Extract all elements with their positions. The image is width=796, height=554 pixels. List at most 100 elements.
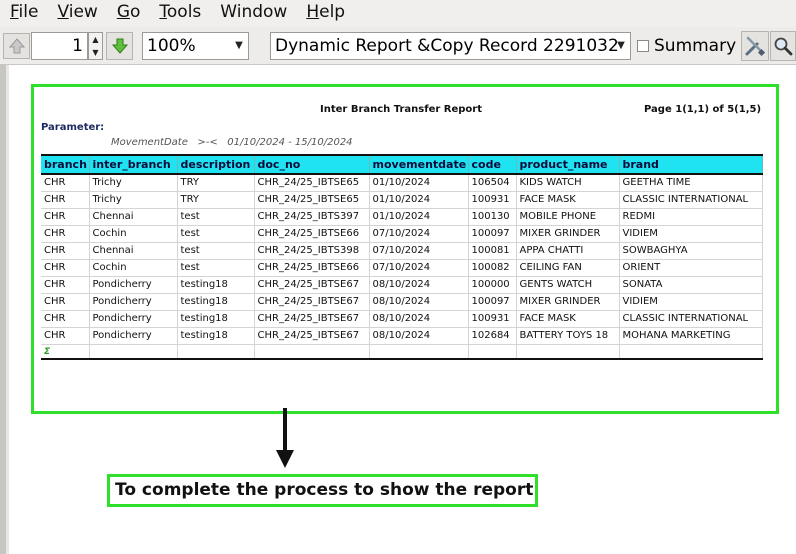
menu-window[interactable]: Window xyxy=(210,0,296,27)
table-row[interactable]: CHR Chennai test CHR_24/25_IBTS398 07/10/202… xyxy=(41,242,763,260)
table-cell: 100097 xyxy=(468,225,517,243)
parameter-value: MovementDate >-< 01/10/2024 - 15/10/2024 xyxy=(111,137,353,148)
table-cell: CHR_24/25_IBTSE66 xyxy=(254,225,370,243)
page-spinner[interactable]: ▲ ▼ xyxy=(88,32,103,60)
table-cell: Σ xyxy=(41,344,90,360)
table-cell xyxy=(177,344,255,360)
table-cell: CHR xyxy=(41,276,90,294)
table-row[interactable]: CHR Pondicherry testing18 CHR_24/25_IBTSE67… xyxy=(41,310,763,328)
previous-page-button[interactable] xyxy=(3,33,30,59)
table-cell xyxy=(89,344,178,360)
chevron-down-icon: ▼ xyxy=(235,40,243,51)
customize-button[interactable] xyxy=(741,31,769,61)
column-header[interactable]: doc_no xyxy=(254,154,370,175)
column-header[interactable]: product_name xyxy=(516,154,620,175)
table-cell: FACE MASK xyxy=(516,310,620,328)
table-cell: 01/10/2024 xyxy=(369,174,469,192)
spin-down-icon[interactable]: ▼ xyxy=(92,48,98,57)
column-header[interactable]: movementdate xyxy=(369,154,469,175)
table-cell: 08/10/2024 xyxy=(369,310,469,328)
table-cell: MOHANA MARKETING xyxy=(619,327,763,345)
table-row[interactable]: CHR Pondicherry testing18 CHR_24/25_IBTSE67… xyxy=(41,293,763,311)
table-cell: CHR xyxy=(41,259,90,277)
menu-file[interactable]: File xyxy=(0,0,47,27)
column-header[interactable]: inter_branch xyxy=(89,154,178,175)
find-button[interactable] xyxy=(770,31,796,61)
report-table-body: CHR Trichy TRY CHR_24/25_IBTSE65 01/10/2024 1… xyxy=(41,174,763,360)
table-cell xyxy=(254,344,370,360)
table-cell: CHR xyxy=(41,242,90,260)
table-cell xyxy=(516,344,620,360)
table-header-row: branch inter_branch description doc_no m… xyxy=(41,154,763,175)
table-cell: TRY xyxy=(177,174,255,192)
table-cell: Trichy xyxy=(89,174,178,192)
report-title: Inter Branch Transfer Report xyxy=(320,104,483,115)
column-header[interactable]: brand xyxy=(619,154,763,175)
table-cell: CLASSIC INTERNATIONAL xyxy=(619,191,763,209)
menu-bar: File View Go Tools Window Help xyxy=(0,0,796,27)
table-cell: GENTS WATCH xyxy=(516,276,620,294)
table-cell: Chennai xyxy=(89,208,178,226)
table-cell: 100000 xyxy=(468,276,517,294)
summary-toggle[interactable]: Summary xyxy=(637,32,736,60)
table-cell: 07/10/2024 xyxy=(369,225,469,243)
summary-label: Summary xyxy=(654,36,737,56)
table-cell: 01/10/2024 xyxy=(369,208,469,226)
menu-tools[interactable]: Tools xyxy=(149,0,210,27)
page-info: Page 1(1,1) of 5(1,5) xyxy=(644,104,762,115)
table-row[interactable]: CHR Pondicherry testing18 CHR_24/25_IBTSE67… xyxy=(41,276,763,294)
table-cell: 100097 xyxy=(468,293,517,311)
table-cell: test xyxy=(177,225,255,243)
table-cell: SONATA xyxy=(619,276,763,294)
table-cell: CHR_24/25_IBTSE67 xyxy=(254,293,370,311)
table-row[interactable]: CHR Pondicherry testing18 CHR_24/25_IBTSE67… xyxy=(41,327,763,345)
table-cell: CHR_24/25_IBTS397 xyxy=(254,208,370,226)
annotation-arrow-icon xyxy=(276,408,294,468)
toolbar: 1 ▲ ▼ 100% ▼ Dynamic Report &Copy Record… xyxy=(0,27,796,65)
table-cell: CHR_24/25_IBTSE65 xyxy=(254,191,370,209)
table-cell: test xyxy=(177,259,255,277)
table-cell: 07/10/2024 xyxy=(369,259,469,277)
menu-help[interactable]: Help xyxy=(296,0,354,27)
column-header[interactable]: description xyxy=(177,154,255,175)
table-cell: FACE MASK xyxy=(516,191,620,209)
table-row[interactable]: CHR Trichy TRY CHR_24/25_IBTSE65 01/10/2024 1… xyxy=(41,174,763,192)
zoom-select[interactable]: 100% ▼ xyxy=(142,32,249,60)
table-row[interactable]: CHR Trichy TRY CHR_24/25_IBTSE65 01/10/2024 1… xyxy=(41,191,763,209)
sum-icon: Σ xyxy=(44,346,51,357)
table-row[interactable]: CHR Cochin test CHR_24/25_IBTSE66 07/10/2024… xyxy=(41,225,763,243)
table-cell: CHR_24/25_IBTSE65 xyxy=(254,174,370,192)
table-cell: testing18 xyxy=(177,276,255,294)
table-cell: CHR_24/25_IBTS398 xyxy=(254,242,370,260)
table-cell: Chennai xyxy=(89,242,178,260)
report-select[interactable]: Dynamic Report &Copy Record 2291032 ▼ xyxy=(270,32,631,60)
menu-view[interactable]: View xyxy=(47,0,106,27)
spin-up-icon[interactable]: ▲ xyxy=(92,35,98,44)
table-cell: CHR_24/25_IBTSE67 xyxy=(254,327,370,345)
column-header[interactable]: code xyxy=(468,154,517,175)
table-cell: Pondicherry xyxy=(89,276,178,294)
parameter-label: Parameter: xyxy=(41,122,105,133)
table-cell: TRY xyxy=(177,191,255,209)
table-cell: ORIENT xyxy=(619,259,763,277)
table-cell: SOWBAGHYA xyxy=(619,242,763,260)
summary-checkbox[interactable] xyxy=(637,40,649,52)
table-cell: MIXER GRINDER xyxy=(516,225,620,243)
page-number-input[interactable]: 1 xyxy=(31,32,88,60)
table-cell: 100081 xyxy=(468,242,517,260)
table-cell: test xyxy=(177,208,255,226)
table-cell: BATTERY TOYS 18 xyxy=(516,327,620,345)
menu-go[interactable]: Go xyxy=(107,0,150,27)
report-select-value: Dynamic Report &Copy Record 2291032 xyxy=(275,36,619,56)
table-cell: CLASSIC INTERNATIONAL xyxy=(619,310,763,328)
table-cell: Trichy xyxy=(89,191,178,209)
table-cell: CHR xyxy=(41,174,90,192)
next-page-button[interactable] xyxy=(106,32,133,60)
column-header[interactable]: branch xyxy=(41,154,90,175)
table-row[interactable]: CHR Chennai test CHR_24/25_IBTS397 01/10/202… xyxy=(41,208,763,226)
table-cell: Pondicherry xyxy=(89,310,178,328)
table-cell: testing18 xyxy=(177,310,255,328)
total-row: Σ xyxy=(41,344,763,360)
table-row[interactable]: CHR Cochin test CHR_24/25_IBTSE66 07/10/2024… xyxy=(41,259,763,277)
table-cell: MIXER GRINDER xyxy=(516,293,620,311)
